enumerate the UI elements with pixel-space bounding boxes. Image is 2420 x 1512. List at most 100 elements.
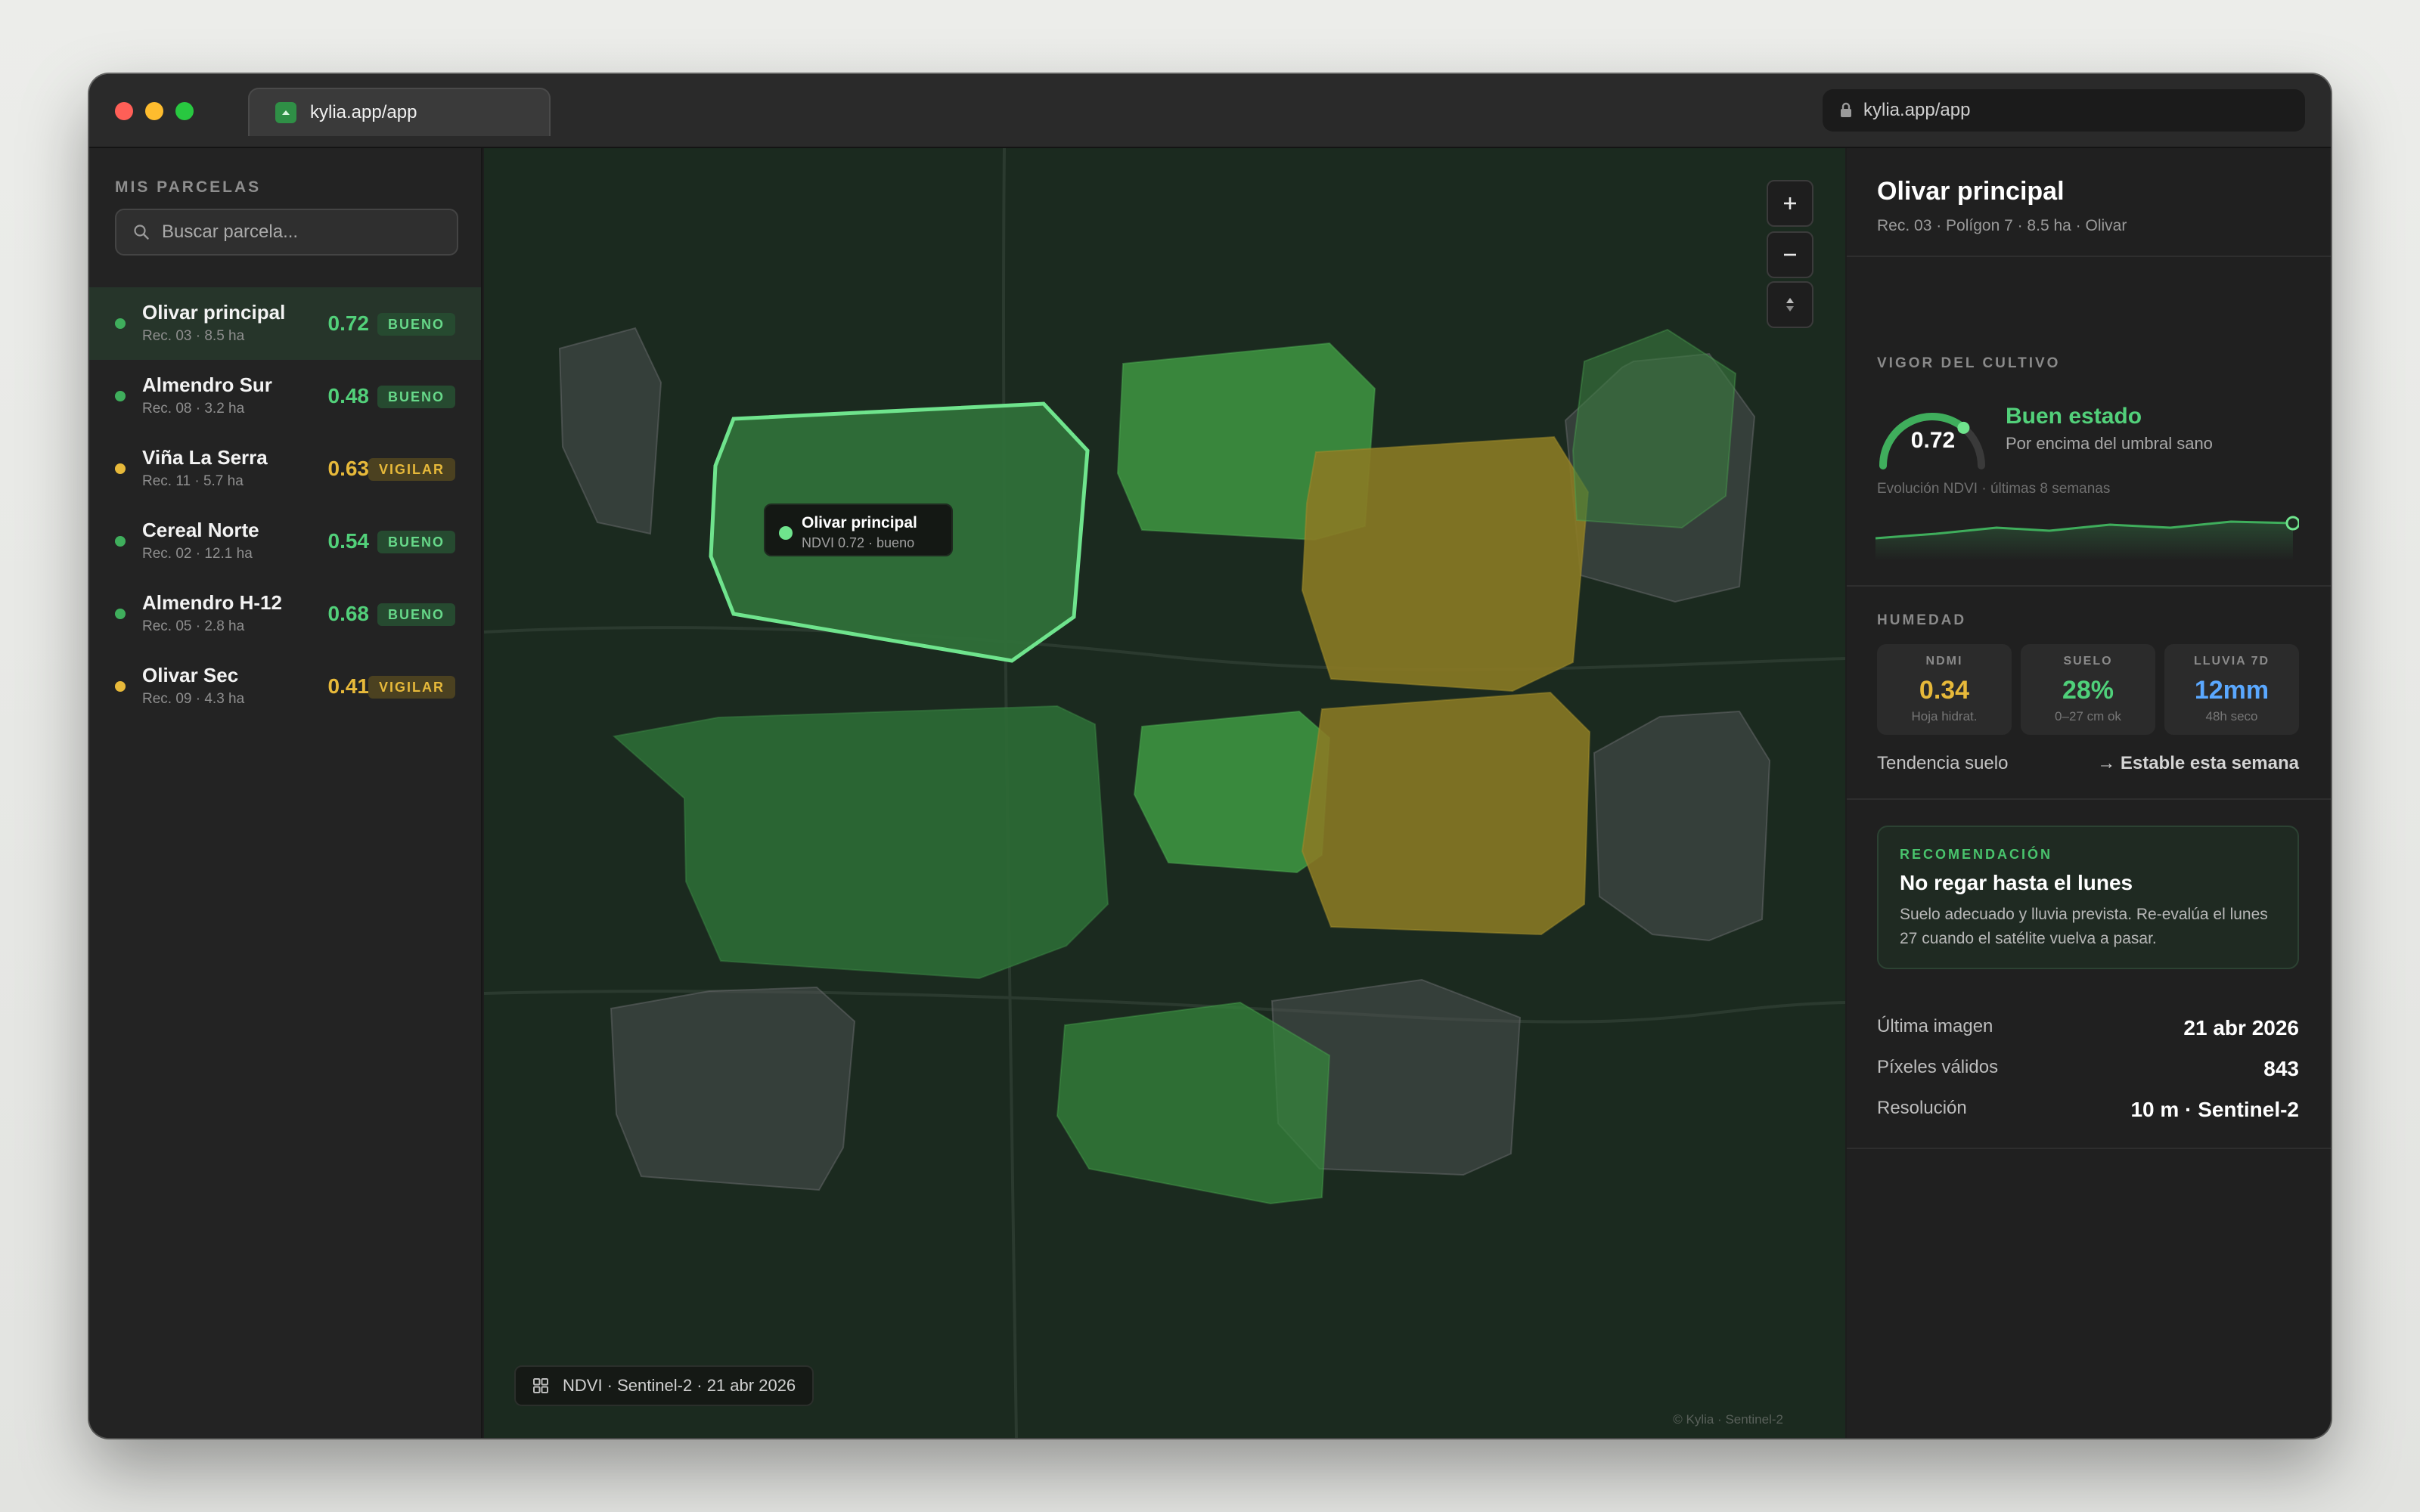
parcel-sidebar: MIS PARCELAS Olivar principal Rec. 03 · 8… [89,148,482,1438]
status-dot [779,526,793,540]
parcel-list-item[interactable]: Cereal Norte Rec. 02 · 12.1 ha 0.54 BUENO [89,505,481,578]
metric-value: 28% [2062,676,2114,705]
parcel-shape[interactable] [612,705,1109,980]
parcel-tooltip: Olivar principal NDVI 0.72 · bueno [764,503,953,556]
road-line [484,626,1845,671]
address-bar[interactable]: kylia.app/app [1823,89,2305,132]
maximize-window-button[interactable] [175,102,194,120]
parcel-list-item[interactable]: Viña La Serra Rec. 11 · 5.7 ha 0.63 VIGILAR [89,432,481,505]
status-badge: BUENO [377,603,455,626]
status-badge: VIGILAR [368,458,455,481]
parcel-shape[interactable] [1593,710,1771,942]
map-view[interactable]: Olivar principal NDVI 0.72 · bueno NDVI … [484,148,1845,1438]
metric-subtext: Hoja hidrat. [1911,709,1978,723]
status-dot [115,391,126,401]
status-badge: BUENO [377,313,455,336]
parcel-name: Olivar principal [142,301,286,324]
zoom-out-button[interactable] [1767,231,1813,278]
soil-trend-label: Tendencia suelo [1877,753,2009,773]
recommendation-body: Suelo adecuado y lluvia prevista. Re-eva… [1900,906,2268,947]
zoom-in-button[interactable] [1767,180,1813,227]
url-text: kylia.app/app [1863,100,1971,120]
metadata-label: Píxeles válidos [1877,1057,1999,1077]
ndvi-sparkline [1876,516,2299,561]
parcel-list-item[interactable]: Olivar principal Rec. 03 · 8.5 ha 0.72 BUEN… [89,287,481,360]
parcel-name: Almendro Sur [142,373,272,396]
layers-grid-icon [533,1378,548,1393]
metadata-label: Resolución [1877,1098,1967,1118]
browser-window: kylia.app/app kylia.app/app MIS PARCELAS… [89,74,2331,1438]
vigor-value: 0.72 [1910,428,1956,453]
metric-label: SUELO [2063,655,2113,668]
parcel-list: Olivar principal Rec. 03 · 8.5 ha 0.72 BUEN… [89,287,481,723]
kylia-favicon-icon [275,102,296,123]
humidity-cards: NDMI 0.34 Hoja hidrat. SUELO 28% 0–27 cm ok LL… [1877,644,2299,735]
parcel-name: Cereal Norte [142,519,259,541]
status-dot [115,681,126,692]
title-bar: kylia.app/app kylia.app/app [89,74,2331,148]
parcel-list-item[interactable]: Olivar Sec Rec. 09 · 4.3 ha 0.41 VIGILAR [89,650,481,723]
parcel-map-canvas[interactable] [484,148,1845,1438]
parcel-meta: Rec. 11 · 5.7 ha [142,473,244,489]
parcel-ndvi-value: 0.72 [327,311,370,335]
sparkline-endpoint [2285,516,2299,531]
metric-label: LLUVIA 7D [2193,655,2270,668]
parcel-detail-panel: Olivar principal Rec. 03 · Polígon 7 · 8… [1847,148,2331,1438]
parcel-list-item[interactable]: Almendro Sur Rec. 08 · 3.2 ha 0.48 BUENO [89,360,481,432]
recommendation-tag: RECOMENDACIÓN [1900,847,2053,862]
compass-button[interactable] [1767,281,1813,328]
metric-subtext: 0–27 cm ok [2055,709,2121,723]
metadata-row: Píxeles válidos 843 [1877,1057,2299,1087]
panel-subtitle: Rec. 03 · Polígon 7 · 8.5 ha · Olivar [1877,217,2127,234]
status-badge: BUENO [377,386,455,408]
parcel-ndvi-value: 0.63 [327,457,370,480]
close-window-button[interactable] [115,102,133,120]
compass-icon [1786,298,1794,311]
parcel-meta: Rec. 03 · 8.5 ha [142,328,245,344]
parcel-shape[interactable] [1133,710,1331,874]
panel-header: Olivar principal Rec. 03 · Polígon 7 · 8… [1877,177,2127,235]
layer-label: NDVI · Sentinel-2 · 21 abr 2026 [563,1376,796,1395]
minus-icon [1784,253,1796,256]
parcel-shape[interactable] [1571,328,1737,529]
panel-title: Olivar principal [1877,177,2065,206]
parcel-list-item[interactable]: Almendro H-12 Rec. 05 · 2.8 ha 0.68 BUENO [89,578,481,650]
metadata-value: 21 abr 2026 [2183,1016,2299,1040]
browser-tab[interactable]: kylia.app/app [248,88,551,136]
recommendation-title: No regar hasta el lunes [1900,871,2133,894]
metric-value: 0.34 [1919,676,1970,705]
layer-info-chip[interactable]: NDVI · Sentinel-2 · 21 abr 2026 [514,1365,814,1406]
status-badge: BUENO [377,531,455,553]
humidity-metric-card: SUELO 28% 0–27 cm ok [2021,644,2155,735]
parcel-ndvi-value: 0.41 [327,674,370,698]
status-dot [115,463,126,474]
parcel-search[interactable] [115,209,458,256]
plus-icon [1784,197,1796,209]
metadata-value: 10 m · Sentinel-2 [2130,1098,2299,1121]
status-badge: VIGILAR [368,676,455,699]
parcel-shape[interactable] [558,327,662,535]
parcel-name: Viña La Serra [142,446,268,469]
parcel-shape[interactable] [1056,1001,1331,1205]
divider [1847,585,2331,587]
divider [1847,798,2331,800]
minimize-window-button[interactable] [145,102,163,120]
parcel-meta: Rec. 08 · 3.2 ha [142,401,245,417]
parcel-ndvi-value: 0.48 [327,384,370,407]
parcel-shape[interactable] [1301,691,1591,936]
tooltip-ndvi: NDVI 0.72 · bueno [802,535,915,550]
sidebar-title: MIS PARCELAS [115,178,262,196]
parcel-name: Olivar Sec [142,664,239,686]
parcel-shape[interactable] [1301,435,1590,692]
status-dot [115,318,126,329]
tab-title: kylia.app/app [310,102,417,122]
soil-trend-value: → Estable esta semana [2097,753,2299,773]
parcel-meta: Rec. 02 · 12.1 ha [142,546,253,562]
ndvi-evolution-label: Evolución NDVI · últimas 8 semanas [1877,481,2111,497]
vigor-description: Por encima del umbral sano [2006,434,2213,453]
metric-label: NDMI [1925,655,1963,668]
parcel-meta: Rec. 09 · 4.3 ha [142,691,245,707]
parcel-shape[interactable] [610,986,856,1191]
search-input[interactable] [162,222,449,243]
metric-subtext: 48h seco [2205,709,2258,723]
